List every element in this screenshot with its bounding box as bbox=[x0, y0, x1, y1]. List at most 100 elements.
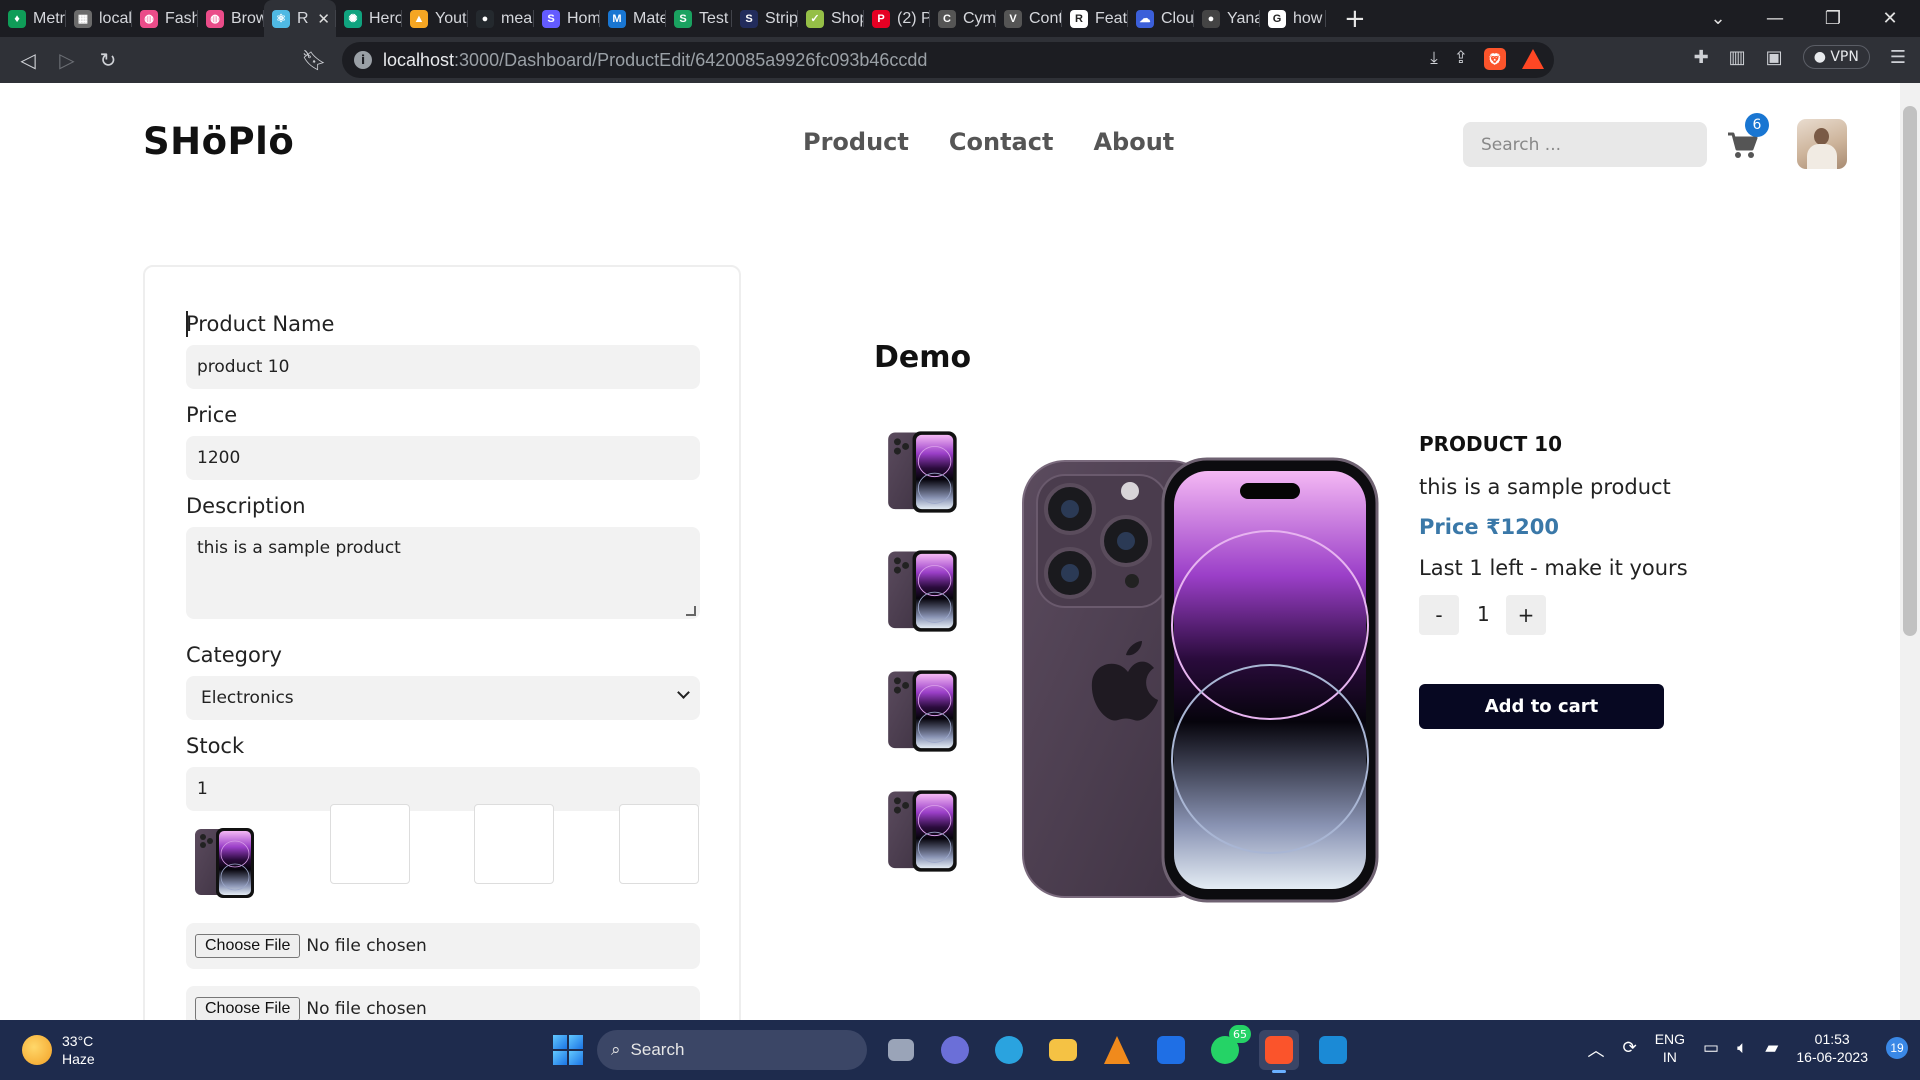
choose-file-button[interactable]: Choose File bbox=[195, 934, 301, 958]
thumbnail-1[interactable] bbox=[887, 428, 959, 516]
sync-icon[interactable]: ⟳ bbox=[1622, 1038, 1636, 1058]
scrollbar-thumb[interactable] bbox=[1903, 106, 1917, 636]
choose-file-button[interactable]: Choose File bbox=[195, 997, 301, 1020]
task-view-icon[interactable] bbox=[881, 1030, 921, 1070]
network-icon[interactable]: ▭ bbox=[1703, 1038, 1719, 1058]
search-input[interactable] bbox=[1463, 122, 1707, 167]
language-indicator[interactable]: ENG IN bbox=[1655, 1030, 1685, 1066]
site-logo[interactable]: SHöPlö bbox=[143, 120, 294, 163]
add-to-cart-button[interactable]: Add to cart bbox=[1419, 684, 1664, 729]
browser-tab[interactable]: ● Yana bbox=[1194, 0, 1260, 37]
wallet-icon[interactable]: ▣ bbox=[1766, 47, 1783, 68]
brave-shields-icon[interactable]: 🦁︎ bbox=[1484, 48, 1506, 70]
vscode-icon[interactable] bbox=[1313, 1030, 1353, 1070]
dropbox-icon[interactable] bbox=[1151, 1030, 1191, 1070]
quantity-decrease-button[interactable]: - bbox=[1419, 595, 1459, 635]
tab-favicon-icon: ▲ bbox=[410, 9, 428, 28]
nav-about[interactable]: About bbox=[1093, 128, 1174, 156]
description-textarea[interactable]: this is a sample product bbox=[186, 527, 700, 619]
nav-product[interactable]: Product bbox=[803, 128, 909, 156]
extensions-icon[interactable]: ✚ bbox=[1694, 47, 1709, 68]
image-slot-2[interactable] bbox=[330, 804, 410, 884]
main-nav: Product Contact About bbox=[803, 128, 1174, 156]
site-info-icon[interactable]: i bbox=[354, 51, 372, 69]
file-input-2[interactable]: Choose File No file chosen bbox=[186, 986, 700, 1020]
product-name-input[interactable]: product 10 bbox=[186, 345, 700, 389]
tab-label: Mate bbox=[633, 9, 666, 27]
tab-favicon-icon: S bbox=[674, 9, 692, 28]
chevron-up-icon[interactable]: ︿ bbox=[1587, 1036, 1604, 1061]
category-select[interactable]: Electronics bbox=[186, 676, 700, 720]
taskbar-search[interactable]: ⌕ Search bbox=[597, 1030, 867, 1070]
image-slot-4[interactable] bbox=[619, 804, 699, 884]
resize-handle-icon[interactable] bbox=[686, 606, 696, 616]
browser-tab[interactable]: ▦ locall bbox=[66, 0, 132, 37]
weather-widget[interactable]: 33°C Haze bbox=[22, 1032, 95, 1068]
browser-tab[interactable]: ✓ Shop bbox=[798, 0, 864, 37]
user-avatar[interactable] bbox=[1797, 119, 1847, 169]
telegram-icon[interactable] bbox=[989, 1030, 1029, 1070]
url-text[interactable]: localhost:3000/Dashboard/ProductEdit/642… bbox=[383, 50, 927, 71]
thumbnail-3[interactable] bbox=[887, 667, 959, 755]
new-tab-button[interactable]: + bbox=[1344, 4, 1366, 34]
browser-tab[interactable]: ▲ Youtu bbox=[402, 0, 468, 37]
restore-icon[interactable]: ❐ bbox=[1805, 0, 1861, 37]
file-explorer-icon[interactable] bbox=[1043, 1030, 1083, 1070]
teams-chat-icon[interactable] bbox=[935, 1030, 975, 1070]
address-toolbar: ◁ ▷ ↻ 🔖︎ i localhost:3000/Dashboard/Prod… bbox=[0, 37, 1920, 83]
page-scrollbar[interactable] bbox=[1900, 83, 1920, 1020]
browser-tab[interactable]: ● meal bbox=[468, 0, 534, 37]
browser-tab[interactable]: V Cont bbox=[996, 0, 1062, 37]
brave-browser-icon[interactable] bbox=[1259, 1030, 1299, 1073]
tab-favicon-icon: ● bbox=[1202, 9, 1220, 28]
url-bar[interactable]: i localhost:3000/Dashboard/ProductEdit/6… bbox=[342, 42, 1554, 78]
close-window-icon[interactable]: ✕ bbox=[1862, 0, 1918, 37]
price-input[interactable]: 1200 bbox=[186, 436, 700, 480]
browser-tab[interactable]: S Stripe bbox=[732, 0, 798, 37]
reload-icon[interactable]: ↻ bbox=[93, 45, 123, 75]
bookmark-icon[interactable]: 🔖︎ bbox=[299, 45, 329, 75]
uploaded-image-preview[interactable] bbox=[194, 827, 256, 899]
vlc-icon[interactable] bbox=[1097, 1030, 1137, 1070]
start-icon[interactable] bbox=[553, 1035, 583, 1065]
browser-tab[interactable]: C Cym bbox=[930, 0, 996, 37]
tab-favicon-icon: G bbox=[1268, 9, 1286, 28]
browser-tab[interactable]: Ghow bbox=[1260, 0, 1326, 37]
browser-tab[interactable]: R Featu bbox=[1062, 0, 1128, 37]
volume-icon[interactable]: 🔈︎ bbox=[1737, 1038, 1747, 1058]
file-input-1[interactable]: Choose File No file chosen bbox=[186, 923, 700, 969]
category-selected-value: Electronics bbox=[201, 688, 294, 708]
install-icon[interactable]: ⤓ bbox=[1430, 48, 1438, 70]
tab-search-chevron-icon[interactable]: ⌄ bbox=[1690, 0, 1746, 37]
vpn-button[interactable]: ● VPN bbox=[1802, 45, 1870, 69]
share-icon[interactable]: ⇪ bbox=[1454, 48, 1468, 70]
browser-tab[interactable]: ☁ Cloud bbox=[1128, 0, 1194, 37]
quantity-increase-button[interactable]: + bbox=[1506, 595, 1546, 635]
sidebar-icon[interactable]: ▥ bbox=[1729, 47, 1746, 68]
back-icon[interactable]: ◁ bbox=[13, 45, 43, 75]
whatsapp-icon[interactable]: 65 bbox=[1205, 1025, 1251, 1070]
browser-tab[interactable]: ◍ Fashi bbox=[132, 0, 198, 37]
nav-contact[interactable]: Contact bbox=[949, 128, 1054, 156]
menu-icon[interactable]: ☰ bbox=[1890, 47, 1906, 68]
battery-icon[interactable]: ▰ bbox=[1765, 1038, 1778, 1058]
close-tab-icon[interactable]: ✕ bbox=[317, 10, 330, 28]
forward-icon[interactable]: ▷ bbox=[52, 45, 82, 75]
thumbnail-2[interactable] bbox=[887, 547, 959, 635]
browser-tab[interactable]: S Test bbox=[666, 0, 732, 37]
browser-tab[interactable]: P (2) Pi bbox=[864, 0, 930, 37]
tab-label: Brow bbox=[231, 9, 264, 27]
brave-rewards-icon[interactable] bbox=[1522, 49, 1544, 69]
tab-favicon-icon: ☁ bbox=[1136, 9, 1154, 28]
thumbnail-4[interactable] bbox=[887, 787, 959, 875]
browser-tab[interactable]: ◍ Brow bbox=[198, 0, 264, 37]
browser-tab[interactable]: ⚛ R ✕ bbox=[264, 0, 336, 37]
browser-tab[interactable]: ✺ Hero bbox=[336, 0, 402, 37]
browser-tab[interactable]: ♦ Metr bbox=[0, 0, 66, 37]
minimize-icon[interactable]: — bbox=[1747, 0, 1803, 37]
clock[interactable]: 01:53 16-06-2023 bbox=[1796, 1030, 1868, 1066]
image-slot-3[interactable] bbox=[474, 804, 554, 884]
browser-tab[interactable]: S Hom bbox=[534, 0, 600, 37]
browser-tab[interactable]: M Mate bbox=[600, 0, 666, 37]
notification-badge[interactable]: 19 bbox=[1886, 1037, 1908, 1059]
